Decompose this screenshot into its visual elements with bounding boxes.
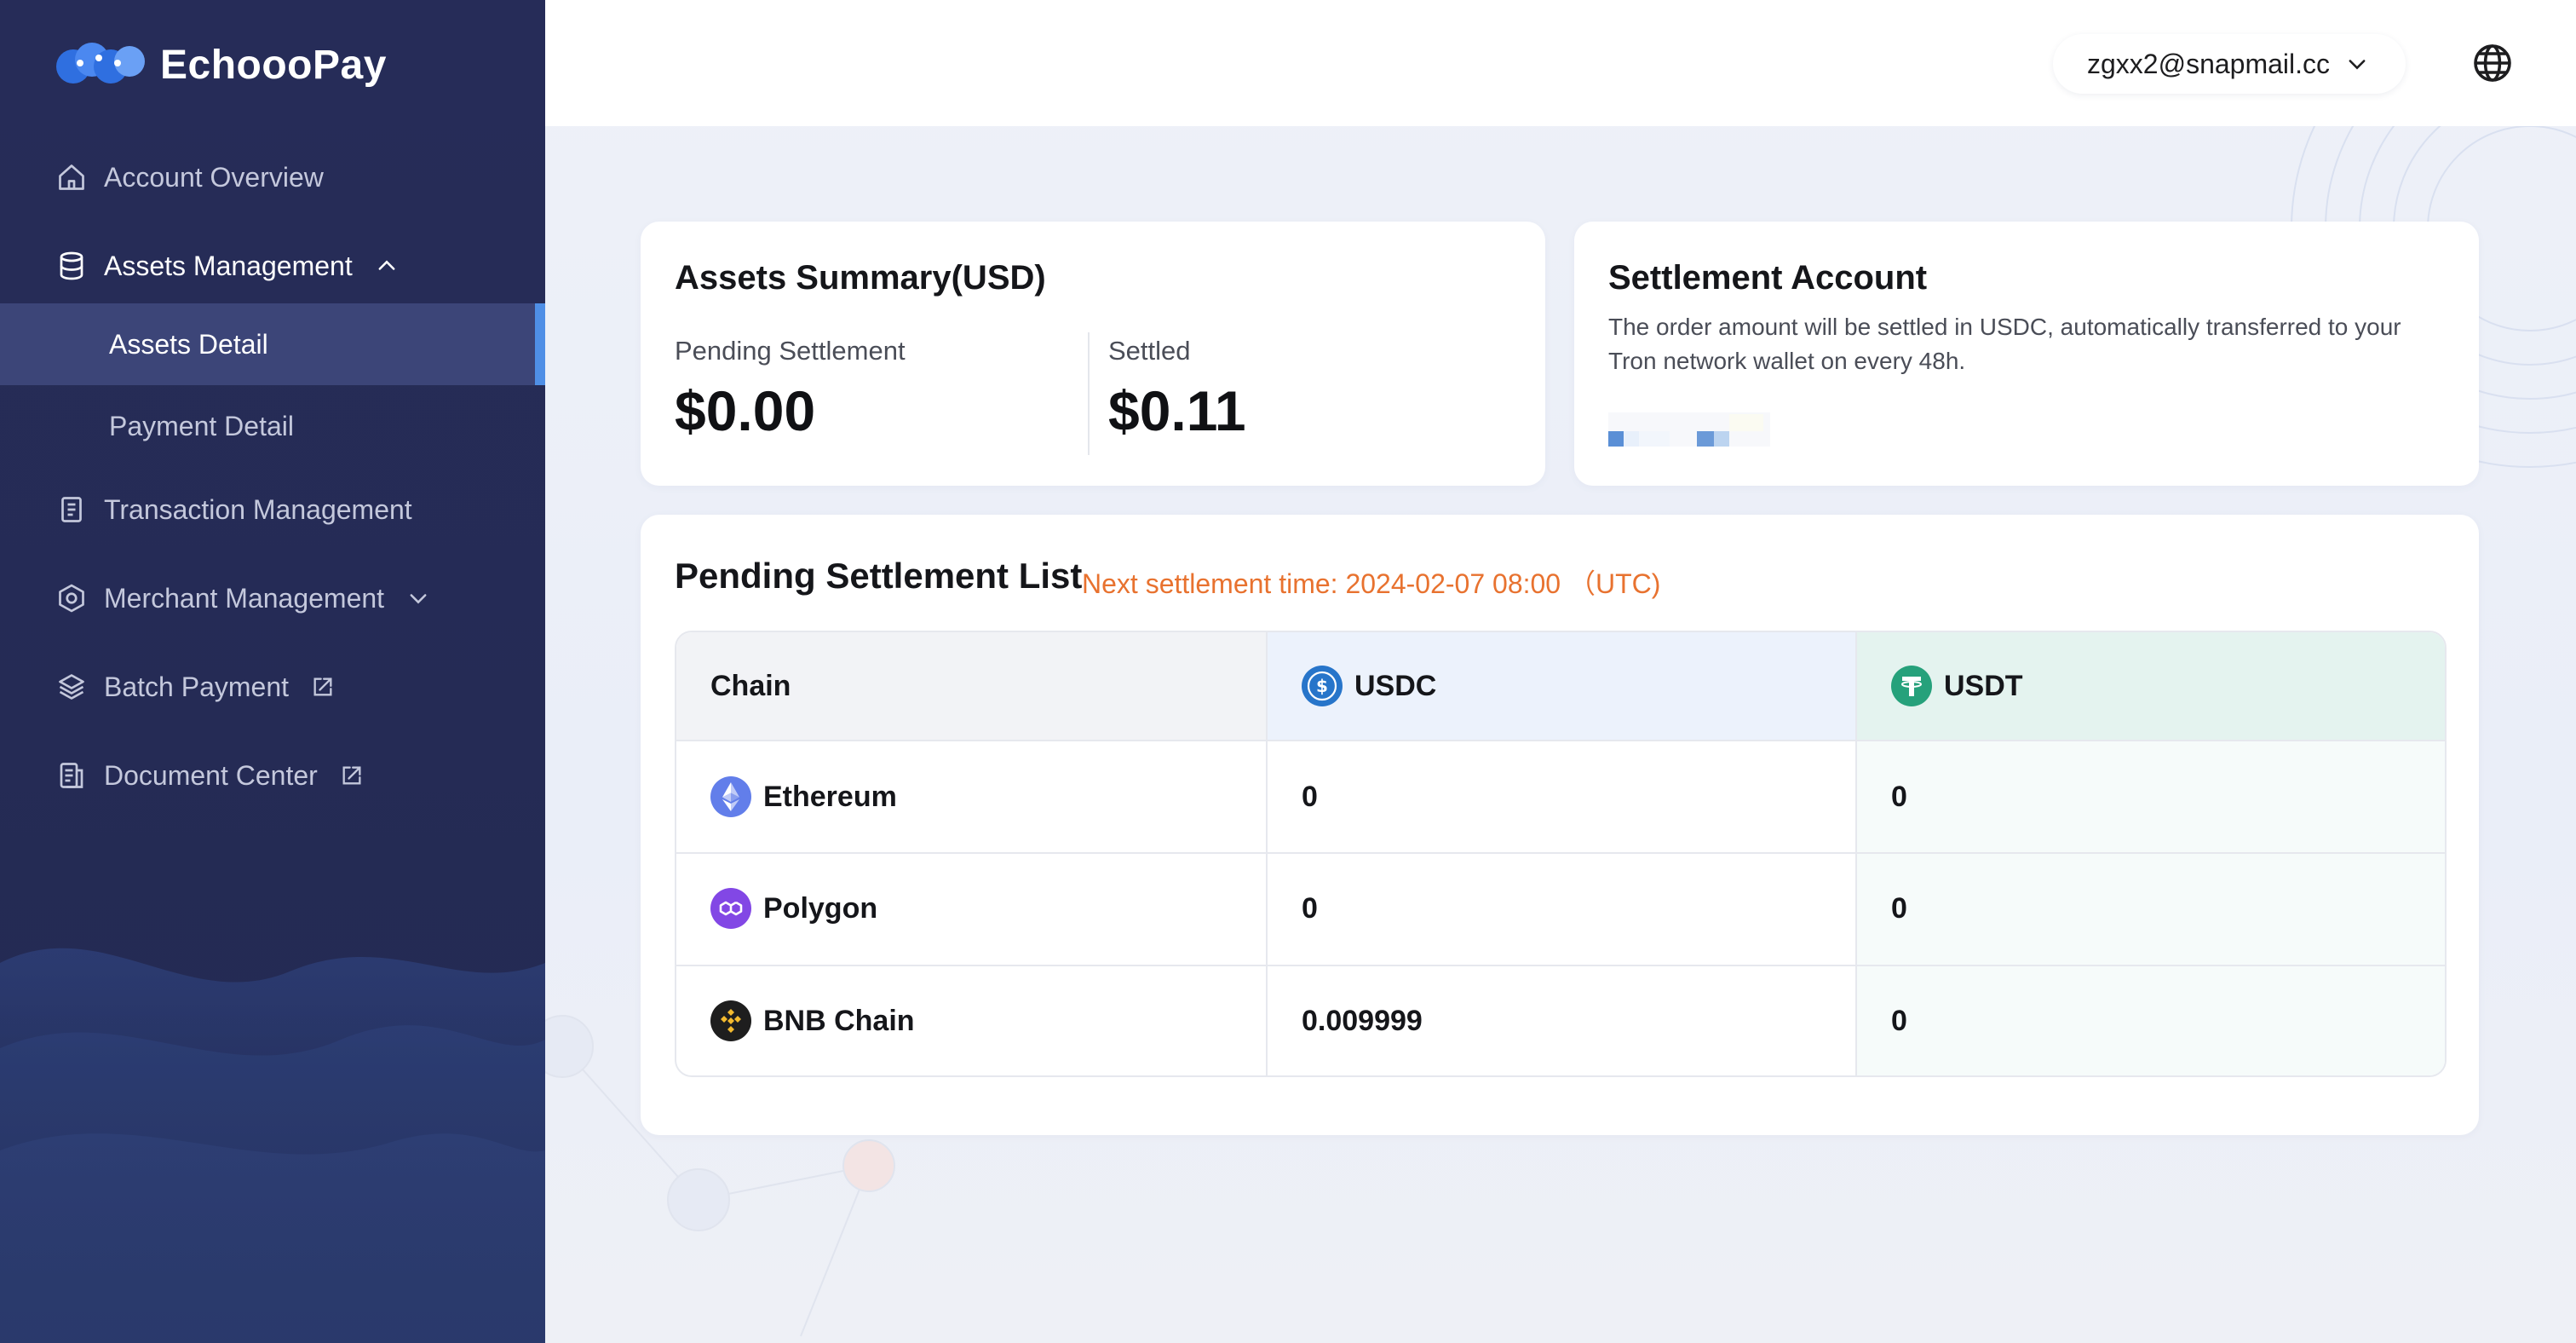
pending-settlement-list-card: Pending Settlement List Next settlement … xyxy=(641,515,2479,1135)
globe-icon[interactable] xyxy=(2472,43,2513,84)
usdt-icon xyxy=(1891,666,1932,706)
sidebar-item-label: Batch Payment xyxy=(104,671,289,702)
bnb-icon xyxy=(710,1000,751,1041)
chain-name: Polygon xyxy=(763,891,878,925)
table-row: Polygon xyxy=(676,852,1266,963)
assets-summary-title: Assets Summary(USD) xyxy=(675,259,1046,297)
column-header-label: USDC xyxy=(1354,669,1437,702)
sidebar-item-label: Payment Detail xyxy=(109,410,294,441)
table-cell-usdc: 0.009999 xyxy=(1268,965,1857,1075)
settled-label: Settled xyxy=(1108,336,1191,366)
settlement-account-title: Settlement Account xyxy=(1608,259,1928,297)
sidebar-item-merchant-management[interactable]: Merchant Management xyxy=(0,557,545,639)
home-icon xyxy=(55,160,89,194)
external-link-icon xyxy=(309,673,336,700)
chain-name: BNB Chain xyxy=(763,1004,915,1037)
table-column-usdt: USDT 0 0 0 xyxy=(1855,632,2445,1075)
settlement-account-card: Settlement Account The order amount will… xyxy=(1574,222,2479,486)
pending-settlement-value: $0.00 xyxy=(675,379,816,442)
sidebar: EchoooPay Account Overview Assets Manage… xyxy=(0,0,545,1343)
settled-value: $0.11 xyxy=(1108,379,1246,442)
app-logo[interactable]: EchoooPay xyxy=(55,37,387,92)
user-email: zgxx2@snapmail.cc xyxy=(2087,48,2331,79)
polygon-icon xyxy=(710,888,751,929)
summary-divider xyxy=(1088,332,1090,455)
sidebar-item-document-center[interactable]: Document Center xyxy=(0,735,545,816)
table-header-usdt: USDT xyxy=(1857,632,2445,741)
sidebar-item-payment-detail[interactable]: Payment Detail xyxy=(0,385,545,467)
layers-icon xyxy=(55,670,89,704)
app-name: EchoooPay xyxy=(160,42,387,88)
external-link-icon xyxy=(338,762,365,789)
chain-name: Ethereum xyxy=(763,780,897,813)
settlement-account-description: The order amount will be settled in USDC… xyxy=(1608,314,2401,374)
sidebar-item-label: Transaction Management xyxy=(104,493,412,525)
pending-settlement-table: Chain Ethereum Polygon BNB Chain $ USDC … xyxy=(675,631,2447,1077)
chevron-down-icon xyxy=(2349,60,2366,70)
table-cell-usdc: 0 xyxy=(1268,852,1857,963)
table-column-usdc: $ USDC 0 0 0.009999 xyxy=(1266,632,1857,1075)
chevron-up-icon xyxy=(373,252,400,280)
sidebar-item-label: Account Overview xyxy=(104,161,324,193)
document-icon xyxy=(55,493,89,527)
pending-settlement-list-title: Pending Settlement List xyxy=(675,556,1083,596)
table-header-usdc: $ USDC xyxy=(1268,632,1857,741)
column-header-label: USDT xyxy=(1944,669,2023,702)
usdc-icon: $ xyxy=(1302,666,1343,706)
table-cell-usdt: 0 xyxy=(1857,965,2445,1075)
sidebar-item-account-overview[interactable]: Account Overview xyxy=(0,136,545,218)
database-icon xyxy=(55,249,89,283)
svg-text:$: $ xyxy=(1316,676,1328,696)
table-cell-usdc: 0 xyxy=(1302,780,1318,813)
hexagon-icon xyxy=(55,581,89,615)
wallet-address-redacted xyxy=(1608,412,1770,447)
sidebar-item-label: Document Center xyxy=(104,759,318,791)
table-row: Ethereum xyxy=(676,741,1266,852)
wave-decoration xyxy=(0,948,545,1343)
pending-settlement-label: Pending Settlement xyxy=(675,336,906,366)
chevron-down-icon xyxy=(405,585,432,612)
sidebar-item-label: Assets Management xyxy=(104,250,353,281)
table-row: BNB Chain xyxy=(676,965,1266,1075)
sidebar-item-label: Assets Detail xyxy=(109,328,268,360)
echooo-logo-icon xyxy=(56,43,145,84)
table-cell-usdt: 0 xyxy=(1857,852,2445,963)
sidebar-item-transaction-management[interactable]: Transaction Management xyxy=(0,469,545,550)
sidebar-item-assets-detail[interactable]: Assets Detail xyxy=(0,303,545,385)
sidebar-item-label: Merchant Management xyxy=(104,582,385,614)
main-content: zgxx2@snapmail.cc Assets Summary(USD) Pe… xyxy=(545,0,2576,1343)
assets-summary-card: Assets Summary(USD) Pending Settlement $… xyxy=(641,222,1545,486)
column-header-label: Chain xyxy=(710,669,791,702)
table-column-chain: Chain Ethereum Polygon BNB Chain xyxy=(676,632,1266,1075)
user-account-dropdown[interactable]: zgxx2@snapmail.cc xyxy=(2053,34,2406,94)
ethereum-icon xyxy=(710,776,751,817)
next-settlement-time: Next settlement time: 2024-02-07 08:00 （… xyxy=(1082,568,1661,599)
sidebar-item-assets-management[interactable]: Assets Management xyxy=(0,225,545,307)
sidebar-item-batch-payment[interactable]: Batch Payment xyxy=(0,646,545,728)
table-cell-usdt: 0 xyxy=(1891,780,1907,813)
table-header-chain: Chain xyxy=(676,632,1266,741)
file-icon xyxy=(55,758,89,793)
